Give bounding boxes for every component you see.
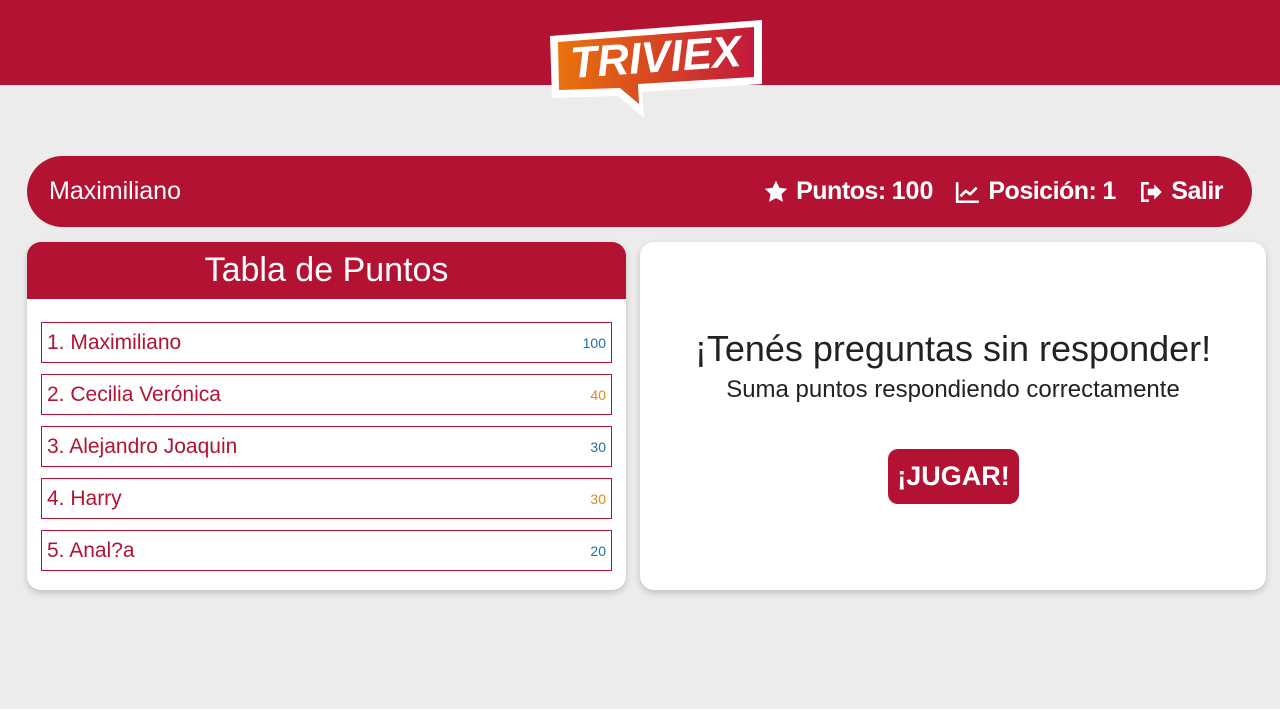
leaderboard-list: 1. Maximiliano 100 2. Cecilia Verónica 4… — [41, 322, 612, 582]
leaderboard-entry: 1. Maximiliano 100 — [41, 322, 612, 363]
entry-points: 40 — [590, 386, 606, 403]
entry-name: 4. Harry — [47, 486, 122, 510]
leaderboard-entry: 5. Anal?a 20 — [41, 530, 612, 571]
entry-name: 3. Alejandro Joaquin — [47, 434, 238, 458]
leaderboard-entry: 4. Harry 30 — [41, 478, 612, 519]
leaderboard-entry: 3. Alejandro Joaquin 30 — [41, 426, 612, 467]
position-label: Posición: — [988, 177, 1097, 205]
entry-name: 5. Anal?a — [47, 538, 135, 562]
entry-points: 100 — [582, 334, 606, 351]
logout-label: Salir — [1171, 177, 1223, 205]
entry-name: 1. Maximiliano — [47, 330, 182, 354]
logout-button[interactable]: Salir — [1138, 177, 1223, 206]
leaderboard-entry: 2. Cecilia Verónica 40 — [41, 374, 612, 415]
triviex-logo: TRIVIEX — [546, 18, 766, 122]
points-label: Puntos: — [796, 177, 886, 205]
points-stat: Puntos: 100 — [763, 177, 933, 206]
prompt-subtitle: Suma puntos respondiendo correctamente — [726, 376, 1180, 403]
play-prompt-card: ¡Tenés preguntas sin responder! Suma pun… — [640, 242, 1266, 590]
entry-points: 20 — [590, 542, 606, 559]
chart-line-icon — [955, 179, 981, 205]
position-value: 1 — [1102, 177, 1117, 205]
prompt-title: ¡Tenés preguntas sin responder! — [694, 328, 1212, 369]
leaderboard-card: Tabla de Puntos 1. Maximiliano 100 2. Ce… — [27, 242, 626, 590]
position-stat: Posición: 1 — [955, 177, 1116, 206]
points-value: 100 — [891, 177, 934, 205]
star-icon — [763, 179, 789, 205]
sign-out-icon — [1138, 179, 1164, 205]
user-stats: Puntos: 100 Posición: 1 Salir — [741, 156, 1223, 227]
entry-name: 2. Cecilia Verónica — [47, 382, 221, 406]
leaderboard-title: Tabla de Puntos — [27, 242, 626, 299]
username: Maximiliano — [49, 177, 181, 205]
user-bar: Maximiliano Puntos: 100 Posición: 1 Sali… — [27, 156, 1252, 227]
entry-points: 30 — [590, 438, 606, 455]
entry-points: 30 — [590, 490, 606, 507]
play-button[interactable]: ¡JUGAR! — [888, 449, 1019, 504]
